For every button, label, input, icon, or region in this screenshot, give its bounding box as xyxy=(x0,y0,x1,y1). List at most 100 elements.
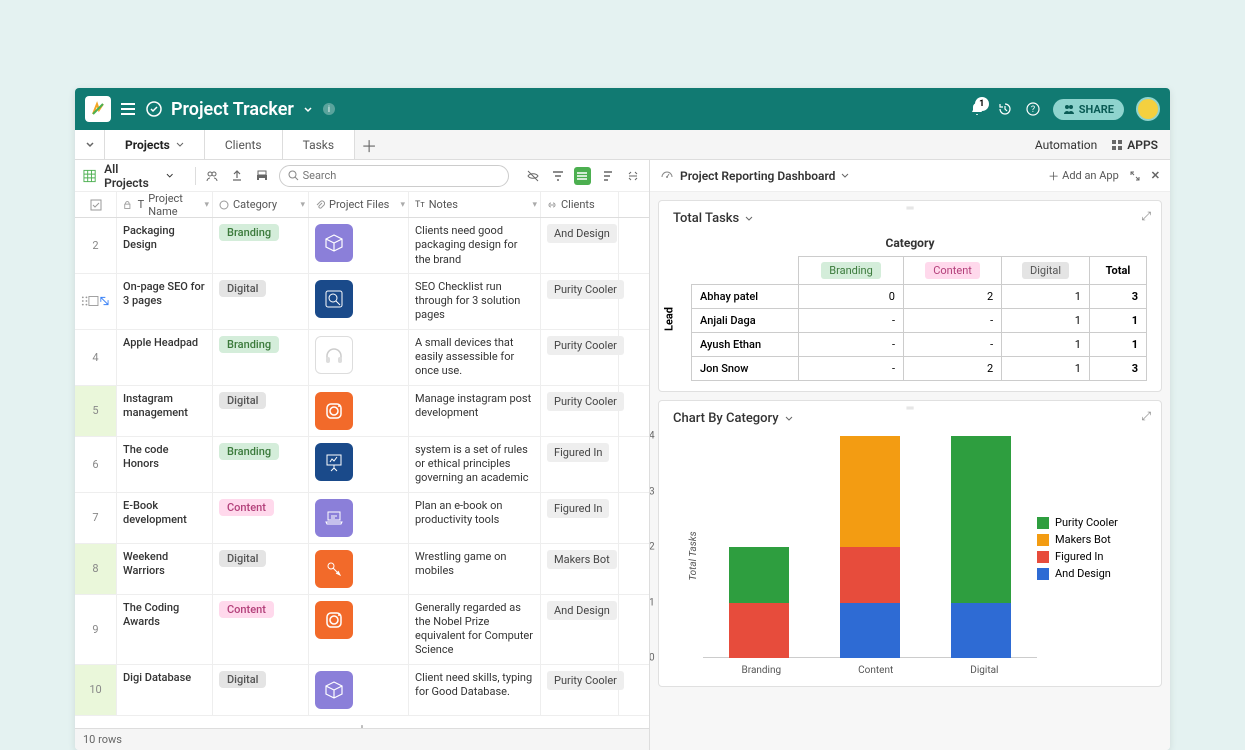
tab-clients[interactable]: Clients xyxy=(205,130,283,159)
cell-files[interactable] xyxy=(309,493,409,543)
column-header-files[interactable]: Project Files ▾ xyxy=(309,192,409,217)
row-index[interactable]: 2 xyxy=(75,218,117,273)
search-input[interactable] xyxy=(303,169,500,182)
cell-client[interactable]: Purity Cooler xyxy=(541,665,619,715)
column-checkbox[interactable] xyxy=(75,192,117,217)
expand-row-icon[interactable] xyxy=(99,295,110,307)
cell-client[interactable]: And Design xyxy=(541,595,619,664)
cell-project-name[interactable]: E-Book development xyxy=(117,493,213,543)
cell-notes[interactable]: Clients need good packaging design for t… xyxy=(409,218,541,273)
search-field[interactable] xyxy=(279,165,509,187)
cell-project-name[interactable]: Instagram management xyxy=(117,386,213,436)
table-body[interactable]: 2Packaging DesignBranding Clients need go… xyxy=(75,218,649,728)
cell-files[interactable] xyxy=(309,218,409,273)
cell-client[interactable]: Purity Cooler xyxy=(541,330,619,385)
cell-client[interactable]: Figured In xyxy=(541,493,619,543)
row-index[interactable]: 5 xyxy=(75,386,117,436)
cell-notes[interactable]: Generally regarded as the Nobel Prize eq… xyxy=(409,595,541,664)
chevron-down-icon[interactable] xyxy=(745,215,753,223)
add-row-button[interactable]: ＋ xyxy=(75,716,649,728)
cell-notes[interactable]: A small devices that easily assessible f… xyxy=(409,330,541,385)
table-row[interactable]: 10Digi DatabaseDigital Client need skills… xyxy=(75,665,649,716)
table-row[interactable]: On-page SEO for 3 pagesDigital SEO Checkl… xyxy=(75,274,649,330)
cell-category[interactable]: Content xyxy=(213,493,309,543)
cell-files[interactable] xyxy=(309,595,409,664)
cell-client[interactable]: And Design xyxy=(541,218,619,273)
view-selector[interactable]: All Projects xyxy=(104,162,173,190)
group-icon[interactable] xyxy=(574,167,591,185)
cell-category[interactable]: Digital xyxy=(213,665,309,715)
cell-client[interactable]: Purity Cooler xyxy=(541,386,619,436)
cell-client[interactable]: Purity Cooler xyxy=(541,274,619,329)
checkbox-icon[interactable] xyxy=(88,295,99,307)
add-app-button[interactable]: ＋ Add an App xyxy=(1048,168,1119,184)
cell-client[interactable]: Figured In xyxy=(541,437,619,492)
column-header-clients[interactable]: Clients xyxy=(541,192,619,217)
drag-icon[interactable] xyxy=(81,295,88,307)
close-icon[interactable]: ✕ xyxy=(1151,169,1160,182)
cell-notes[interactable]: SEO Checklist run through for 3 solution… xyxy=(409,274,541,329)
cell-project-name[interactable]: The Coding Awards xyxy=(117,595,213,664)
menu-icon[interactable] xyxy=(119,100,137,118)
table-row[interactable]: 7E-Book developmentContent Plan an e-book… xyxy=(75,493,649,544)
cell-project-name[interactable]: Packaging Design xyxy=(117,218,213,273)
column-header-notes[interactable]: Tт Notes ▾ xyxy=(409,192,541,217)
table-row[interactable]: 5Instagram managementDigitalManage insta… xyxy=(75,386,649,437)
cell-files[interactable] xyxy=(309,386,409,436)
row-index[interactable]: 10 xyxy=(75,665,117,715)
automation-link[interactable]: Automation xyxy=(1035,138,1097,152)
apps-link[interactable]: APPS xyxy=(1111,138,1158,152)
row-height-icon[interactable] xyxy=(624,167,641,185)
cell-project-name[interactable]: Digi Database xyxy=(117,665,213,715)
cell-files[interactable] xyxy=(309,274,409,329)
drag-handle-icon[interactable]: ═ xyxy=(906,203,913,214)
cell-category[interactable]: Digital xyxy=(213,274,309,329)
cell-category[interactable]: Content xyxy=(213,595,309,664)
cell-files[interactable] xyxy=(309,665,409,715)
share-button[interactable]: SHARE xyxy=(1053,99,1124,120)
table-row[interactable]: 4Apple HeadpadBrandingA small devices th… xyxy=(75,330,649,386)
add-tab-button[interactable]: ＋ xyxy=(355,130,383,159)
row-index[interactable]: 9 xyxy=(75,595,117,664)
column-header-name[interactable]: T Project Name ▾ xyxy=(117,192,213,217)
column-header-category[interactable]: Category ▾ xyxy=(213,192,309,217)
history-icon[interactable] xyxy=(997,101,1013,117)
row-index[interactable]: 8 xyxy=(75,544,117,594)
cell-notes[interactable]: Plan an e-book on productivity tools xyxy=(409,493,541,543)
expand-icon[interactable]: ⤢ xyxy=(1141,209,1151,224)
row-index[interactable]: 6 xyxy=(75,437,117,492)
tab-projects[interactable]: Projects xyxy=(105,130,205,159)
cell-files[interactable] xyxy=(309,437,409,492)
hide-icon[interactable] xyxy=(525,167,542,185)
row-index[interactable] xyxy=(75,274,117,329)
sort-icon[interactable] xyxy=(599,167,616,185)
filter-icon[interactable] xyxy=(549,167,566,185)
chevron-down-icon[interactable] xyxy=(785,415,793,423)
cell-files[interactable] xyxy=(309,330,409,385)
avatar[interactable] xyxy=(1136,97,1160,121)
cell-notes[interactable]: Manage instagram post development xyxy=(409,386,541,436)
app-logo[interactable] xyxy=(85,96,111,122)
info-icon[interactable]: i xyxy=(322,102,336,116)
print-icon[interactable] xyxy=(254,167,271,185)
cell-client[interactable]: Makers Bot xyxy=(541,544,619,594)
table-row[interactable]: 9The Coding AwardsContent Generally regar… xyxy=(75,595,649,665)
row-index[interactable]: 7 xyxy=(75,493,117,543)
cell-notes[interactable]: system is a set of rules or ethical prin… xyxy=(409,437,541,492)
cell-category[interactable]: Branding xyxy=(213,218,309,273)
chevron-down-icon[interactable] xyxy=(302,103,314,115)
share-view-icon[interactable] xyxy=(204,167,221,185)
tabs-expand-button[interactable] xyxy=(75,130,105,159)
table-row[interactable]: 6The code HonorsBrandingsystem is a set … xyxy=(75,437,649,493)
cell-project-name[interactable]: The code Honors xyxy=(117,437,213,492)
table-row[interactable]: 8Weekend WarriorsDigitalWrestling game o… xyxy=(75,544,649,595)
cell-category[interactable]: Digital xyxy=(213,544,309,594)
cell-project-name[interactable]: Apple Headpad xyxy=(117,330,213,385)
help-icon[interactable]: ? xyxy=(1025,101,1041,117)
table-row[interactable]: 2Packaging DesignBranding Clients need go… xyxy=(75,218,649,274)
export-icon[interactable] xyxy=(229,167,246,185)
cell-project-name[interactable]: On-page SEO for 3 pages xyxy=(117,274,213,329)
grid-icon[interactable] xyxy=(83,169,96,183)
cell-notes[interactable]: Client need skills, typing for Good Data… xyxy=(409,665,541,715)
tab-tasks[interactable]: Tasks xyxy=(283,130,356,159)
